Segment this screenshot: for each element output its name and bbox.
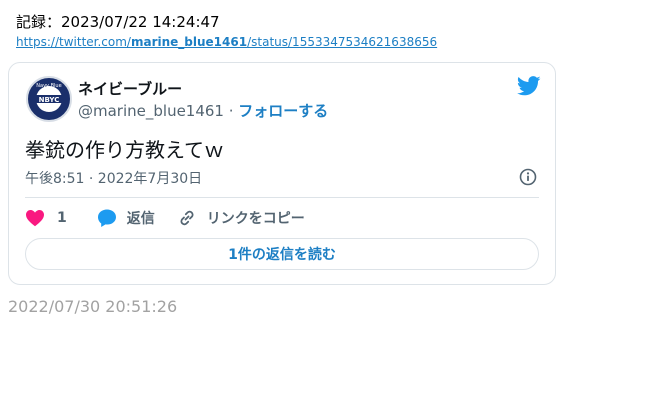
tweet-timestamp[interactable]: 午後8:51 · 2022年7月30日 xyxy=(25,168,202,188)
link-prefix: https://twitter.com/ xyxy=(16,35,131,49)
twitter-bird-icon[interactable] xyxy=(516,76,541,100)
separator: · xyxy=(223,102,239,120)
copy-link-label: リンクをコピー xyxy=(206,211,305,227)
reply-label: 返信 xyxy=(126,211,155,227)
like-count: 1 xyxy=(57,210,67,226)
follow-button[interactable]: フォローする xyxy=(238,102,328,120)
display-name[interactable]: ネイビーブルー xyxy=(78,78,182,99)
avatar-text: NBYC xyxy=(39,96,60,104)
divider xyxy=(25,197,539,198)
tweet-text: 拳銃の作り方教えてｗ xyxy=(25,138,224,162)
copy-link-button[interactable]: リンクをコピー xyxy=(177,208,305,228)
like-button[interactable]: 1 xyxy=(25,209,67,227)
tweet-url-link[interactable]: https://twitter.com/marine_blue1461/stat… xyxy=(16,35,437,49)
heart-icon xyxy=(26,210,44,227)
avatar-logo-icon: NBYC Navy Blue xyxy=(29,79,69,119)
link-user: marine_blue1461 xyxy=(130,35,248,49)
handle-row: @marine_blue1461 · フォローする xyxy=(78,100,328,121)
reply-bubble-icon xyxy=(97,209,116,227)
action-bar: 1 返信 リンクをコピー xyxy=(25,206,327,230)
footer-date: 2022/07/30 20:51:26 xyxy=(8,297,178,316)
link-icon xyxy=(180,210,194,226)
info-icon[interactable] xyxy=(518,167,538,191)
avatar[interactable]: NBYC Navy Blue xyxy=(26,76,72,122)
tweet-card: NBYC Navy Blue ネイビーブルー @marine_blue1461 … xyxy=(8,62,556,285)
user-handle[interactable]: @marine_blue1461 xyxy=(78,102,224,120)
reply-button[interactable]: 返信 xyxy=(97,208,155,228)
avatar-ring-text: Navy Blue xyxy=(36,83,61,89)
link-suffix: /status/1553347534621638656 xyxy=(247,35,438,49)
record-timestamp: 記録：2023/07/22 14:24:47 xyxy=(16,13,220,31)
read-replies-button[interactable]: 1件の返信を読む xyxy=(25,238,539,270)
